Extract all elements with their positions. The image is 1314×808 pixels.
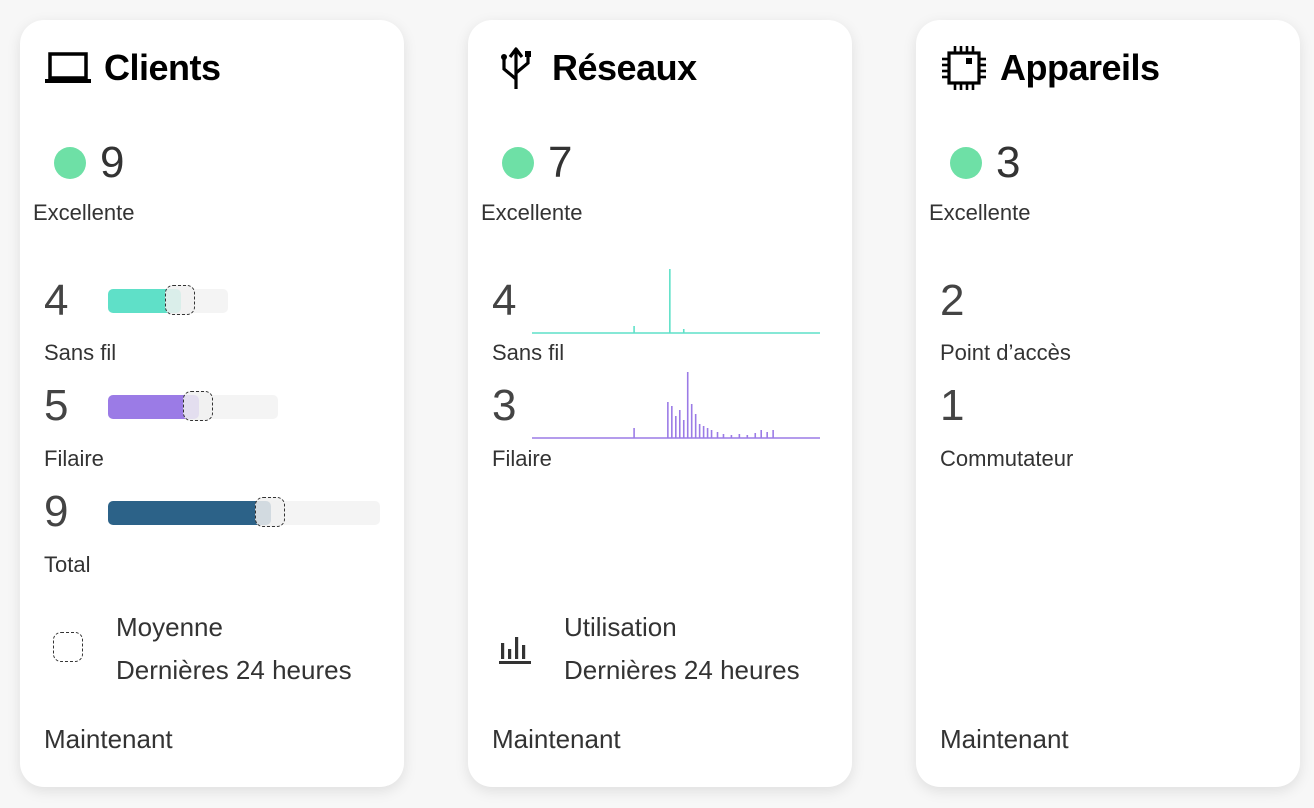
clients-total-average-marker (255, 497, 286, 527)
networks-status-count: 7 (548, 138, 573, 187)
devices-ap-label: Point d’accès (940, 340, 1071, 365)
clients-total-fill (108, 501, 272, 525)
devices-status-label: Excellente (929, 200, 1031, 225)
status-dot (54, 147, 86, 179)
devices-title: Appareils (1000, 47, 1160, 88)
clients-status-count: 9 (100, 138, 125, 187)
clients-wireless-average-marker (164, 285, 195, 315)
sparkline-bar (678, 410, 681, 438)
sparkline-bar (682, 420, 685, 438)
networks-title: Réseaux (552, 47, 697, 88)
devices-card[interactable]: Appareils 3 Excellente 2 Point d’accès 1… (916, 20, 1300, 787)
sparkline-bar (667, 402, 669, 438)
devices-switch-count: 1 (940, 381, 965, 430)
sparkline-bar (716, 432, 719, 438)
status-dot (950, 147, 982, 179)
networks-status-label: Excellente (481, 200, 583, 225)
sparkline-bar (706, 428, 709, 438)
clients-total-count: 9 (44, 487, 69, 536)
networks-wireless-label: Sans fil (492, 340, 565, 365)
networks-wired-label: Filaire (492, 446, 552, 471)
clients-card[interactable]: Clients 9 Excellente 4 Sans fil 5 Filair… (20, 20, 404, 787)
bar-chart-icon (498, 633, 532, 670)
clients-total-bar[interactable] (108, 497, 380, 527)
sparkline-bar (633, 326, 635, 333)
devices-ap-count: 2 (940, 276, 965, 325)
usb-fork-icon (492, 46, 540, 90)
sparkline-bar (669, 269, 671, 333)
clients-wired-bar[interactable] (108, 391, 278, 421)
sparkline-bar (710, 430, 713, 438)
devices-status: 3 (950, 138, 1020, 188)
clients-wireless-label: Sans fil (44, 340, 117, 365)
chip-icon (940, 46, 988, 90)
usage-legend-label: Utilisation (564, 612, 677, 642)
sparkline-bar (682, 329, 685, 333)
clients-wired-average-marker (182, 391, 213, 421)
laptop-icon (44, 46, 92, 90)
devices-switch-label: Commutateur (940, 446, 1074, 471)
sparkline-bar (671, 406, 673, 438)
networks-header: Réseaux (492, 46, 697, 90)
sparkline-bar (698, 424, 701, 438)
networks-card[interactable]: Réseaux 7 Excellente 4 Sans fil 3 Filair… (468, 20, 852, 787)
networks-wired-count: 3 (492, 381, 517, 430)
clients-total-label: Total (44, 552, 91, 577)
clients-status-label: Excellente (33, 200, 135, 225)
sparkline-bar (738, 434, 741, 438)
sparkline-bar (722, 434, 725, 438)
sparkline-bar (772, 430, 774, 438)
sparkline-bar (675, 416, 677, 438)
networks-wireless-count: 4 (492, 276, 517, 325)
sparkline-bar (754, 433, 757, 438)
usage-legend-period: Dernières 24 heures (564, 655, 800, 685)
sparkline-bar (746, 435, 749, 438)
clients-title: Clients (104, 47, 221, 88)
sparkline-bar (690, 404, 693, 438)
sparkline-bar (760, 430, 763, 438)
sparkline-bar (766, 432, 768, 438)
clients-status: 9 (54, 138, 124, 188)
average-legend-period: Dernières 24 heures (116, 655, 352, 685)
clients-wireless-bar[interactable] (108, 285, 228, 315)
networks-wired-sparkline (532, 372, 820, 439)
networks-status: 7 (502, 138, 572, 188)
average-legend-label: Moyenne (116, 612, 223, 642)
clients-footer-time: Maintenant (44, 724, 173, 754)
clients-wired-count: 5 (44, 381, 69, 430)
networks-wireless-sparkline (532, 269, 820, 334)
networks-footer-time: Maintenant (492, 724, 621, 754)
sparkline-bar (730, 435, 733, 438)
status-dot (502, 147, 534, 179)
devices-header: Appareils (940, 46, 1160, 90)
clients-wired-label: Filaire (44, 446, 104, 471)
sparkline-bar (694, 414, 697, 438)
clients-wireless-count: 4 (44, 276, 69, 325)
clients-header: Clients (44, 46, 221, 90)
sparkline-bar (686, 372, 689, 438)
sparkline-bar (702, 426, 705, 438)
sparkline-bar (633, 428, 635, 438)
average-legend-icon (53, 632, 83, 662)
devices-footer-time: Maintenant (940, 724, 1069, 754)
devices-status-count: 3 (996, 138, 1021, 187)
